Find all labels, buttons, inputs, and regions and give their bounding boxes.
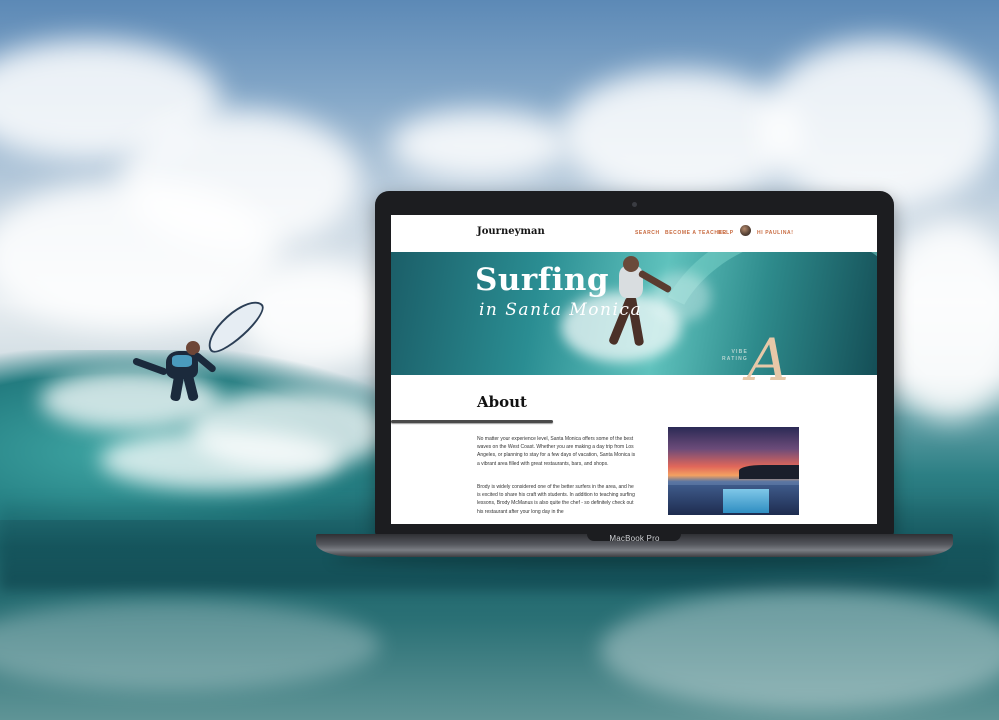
- nav-help[interactable]: HELP: [718, 230, 734, 236]
- hero-banner: Surfing in Santa Monica VIBE RATING: [391, 252, 877, 375]
- sunset-photo[interactable]: [668, 427, 799, 515]
- site-logo[interactable]: Journeyman: [477, 226, 545, 237]
- about-paragraph: No matter your experience level, Santa M…: [477, 436, 636, 467]
- vibe-label: VIBE: [731, 349, 748, 355]
- laptop-screen: Journeyman SEARCH BECOME A TEACHER HELP …: [391, 215, 877, 524]
- laptop-lid: Journeyman SEARCH BECOME A TEACHER HELP …: [375, 191, 894, 536]
- laptop-base: MacBook Pro: [316, 534, 953, 557]
- avatar[interactable]: [740, 225, 751, 236]
- nav-search[interactable]: SEARCH: [635, 230, 660, 236]
- vibe-rating-grade: A: [747, 326, 789, 394]
- nav-user-greeting[interactable]: HI PAULINA!: [757, 230, 794, 236]
- heading-underline-brush: [391, 420, 553, 423]
- about-paragraph: Brody is widely considered one of the be…: [477, 484, 635, 515]
- hero-title: Surfing: [475, 262, 610, 298]
- hero-subtitle: in Santa Monica: [479, 300, 643, 320]
- surfer: [131, 341, 218, 405]
- about-heading: About: [477, 393, 527, 411]
- vibe-rating-label: VIBE RATING: [722, 349, 748, 363]
- laptop-model-label: MacBook Pro: [609, 534, 660, 543]
- site-header: Journeyman SEARCH BECOME A TEACHER HELP …: [391, 215, 877, 252]
- camera: [632, 202, 637, 207]
- rating-label: RATING: [722, 356, 748, 362]
